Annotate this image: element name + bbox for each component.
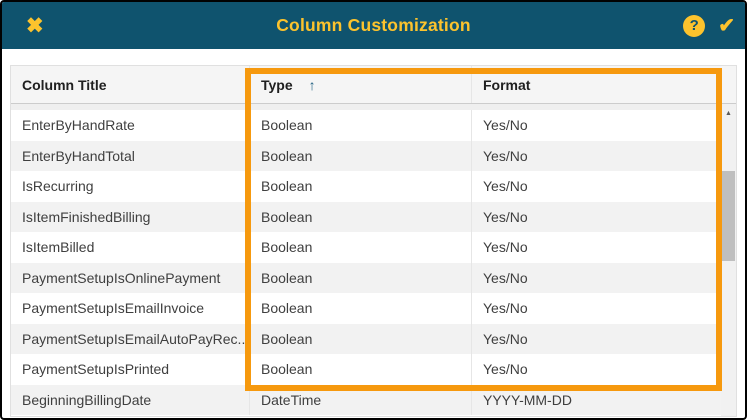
- column-header-column-title[interactable]: Column Title: [11, 66, 249, 103]
- vertical-scrollbar[interactable]: ▲: [721, 104, 736, 416]
- scroll-up-icon[interactable]: ▲: [721, 106, 736, 120]
- cell-column-title: IsRecurring: [22, 178, 94, 195]
- cell-format: Yes/No: [471, 262, 723, 293]
- column-customization-dialog: ✖ Column Customization ? ✔ Column Title …: [0, 0, 747, 420]
- table-row[interactable]: EnterByHandRate Boolean Yes/No: [11, 110, 723, 141]
- column-header-type[interactable]: Type ↑: [249, 66, 471, 103]
- column-header-label: Type: [261, 76, 293, 93]
- table-row[interactable]: IsRecurring Boolean Yes/No: [11, 171, 723, 202]
- titlebar-actions: ? ✔: [683, 2, 735, 49]
- help-icon[interactable]: ?: [683, 14, 706, 37]
- cell-column-title: PaymentSetupIsPrinted: [22, 361, 170, 378]
- column-header-format[interactable]: Format: [471, 66, 723, 103]
- page-title: Column Customization: [276, 15, 471, 35]
- cell-format: Yes/No: [471, 201, 723, 232]
- cell-column-title: IsItemBilled: [22, 239, 95, 256]
- cell-column-title: EnterByHandTotal: [22, 147, 135, 164]
- table-row[interactable]: BeginningBillingDate DateTime YYYY-MM-DD: [11, 384, 723, 415]
- scrollbar-thumb[interactable]: [722, 171, 735, 261]
- cell-column-title: PaymentSetupIsEmailInvoice: [22, 300, 205, 317]
- cell-type: Boolean: [249, 323, 471, 354]
- cell-column-title: BeginningBillingDate: [22, 391, 152, 408]
- cell-format: Yes/No: [471, 140, 723, 171]
- cell-type: Boolean: [249, 293, 471, 324]
- cell-format: Yes/No: [471, 293, 723, 324]
- table-header-row: Column Title Type ↑ Format: [11, 66, 736, 104]
- table-row[interactable]: PaymentSetupIsOnlinePayment Boolean Yes/…: [11, 262, 723, 293]
- cell-format: Yes/No: [471, 110, 723, 141]
- confirm-check-icon[interactable]: ✔: [718, 16, 735, 36]
- cell-column-title: PaymentSetupIsOnlinePayment: [22, 269, 221, 286]
- column-header-label: Format: [483, 76, 531, 93]
- cell-type: Boolean: [249, 201, 471, 232]
- dialog-titlebar: ✖ Column Customization ? ✔: [2, 2, 745, 49]
- table-row[interactable]: IsItemBilled Boolean Yes/No: [11, 232, 723, 263]
- cell-type: Boolean: [249, 262, 471, 293]
- cell-column-title: EnterByHandRate: [22, 117, 135, 134]
- cell-column-title: IsItemFinishedBilling: [22, 208, 151, 225]
- table-row[interactable]: PaymentSetupIsPrinted Boolean Yes/No: [11, 354, 723, 385]
- table-body-rows: EnterByHandRate Boolean Yes/No EnterByHa…: [11, 110, 723, 415]
- cell-type: Boolean: [249, 354, 471, 385]
- cell-format: Yes/No: [471, 232, 723, 263]
- table-row[interactable]: IsItemFinishedBilling Boolean Yes/No: [11, 201, 723, 232]
- table-row[interactable]: EnterByHandTotal Boolean Yes/No: [11, 140, 723, 171]
- table-row[interactable]: PaymentSetupIsEmailInvoice Boolean Yes/N…: [11, 293, 723, 324]
- cell-column-title: PaymentSetupIsEmailAutoPayRec...: [22, 330, 249, 347]
- cell-type: Boolean: [249, 171, 471, 202]
- cell-format: Yes/No: [471, 354, 723, 385]
- column-header-label: Column Title: [22, 76, 107, 93]
- cell-type: Boolean: [249, 140, 471, 171]
- cell-format: Yes/No: [471, 323, 723, 354]
- cell-type: DateTime: [249, 384, 471, 415]
- sort-ascending-icon: ↑: [308, 76, 316, 93]
- columns-table: Column Title Type ↑ Format EnterByHandRa…: [10, 65, 737, 417]
- cell-type: Boolean: [249, 232, 471, 263]
- cell-type: Boolean: [249, 110, 471, 141]
- table-row[interactable]: PaymentSetupIsEmailAutoPayRec... Boolean…: [11, 323, 723, 354]
- cell-format: Yes/No: [471, 171, 723, 202]
- cell-format: YYYY-MM-DD: [471, 384, 723, 415]
- table-body: EnterByHandRate Boolean Yes/No EnterByHa…: [11, 104, 736, 416]
